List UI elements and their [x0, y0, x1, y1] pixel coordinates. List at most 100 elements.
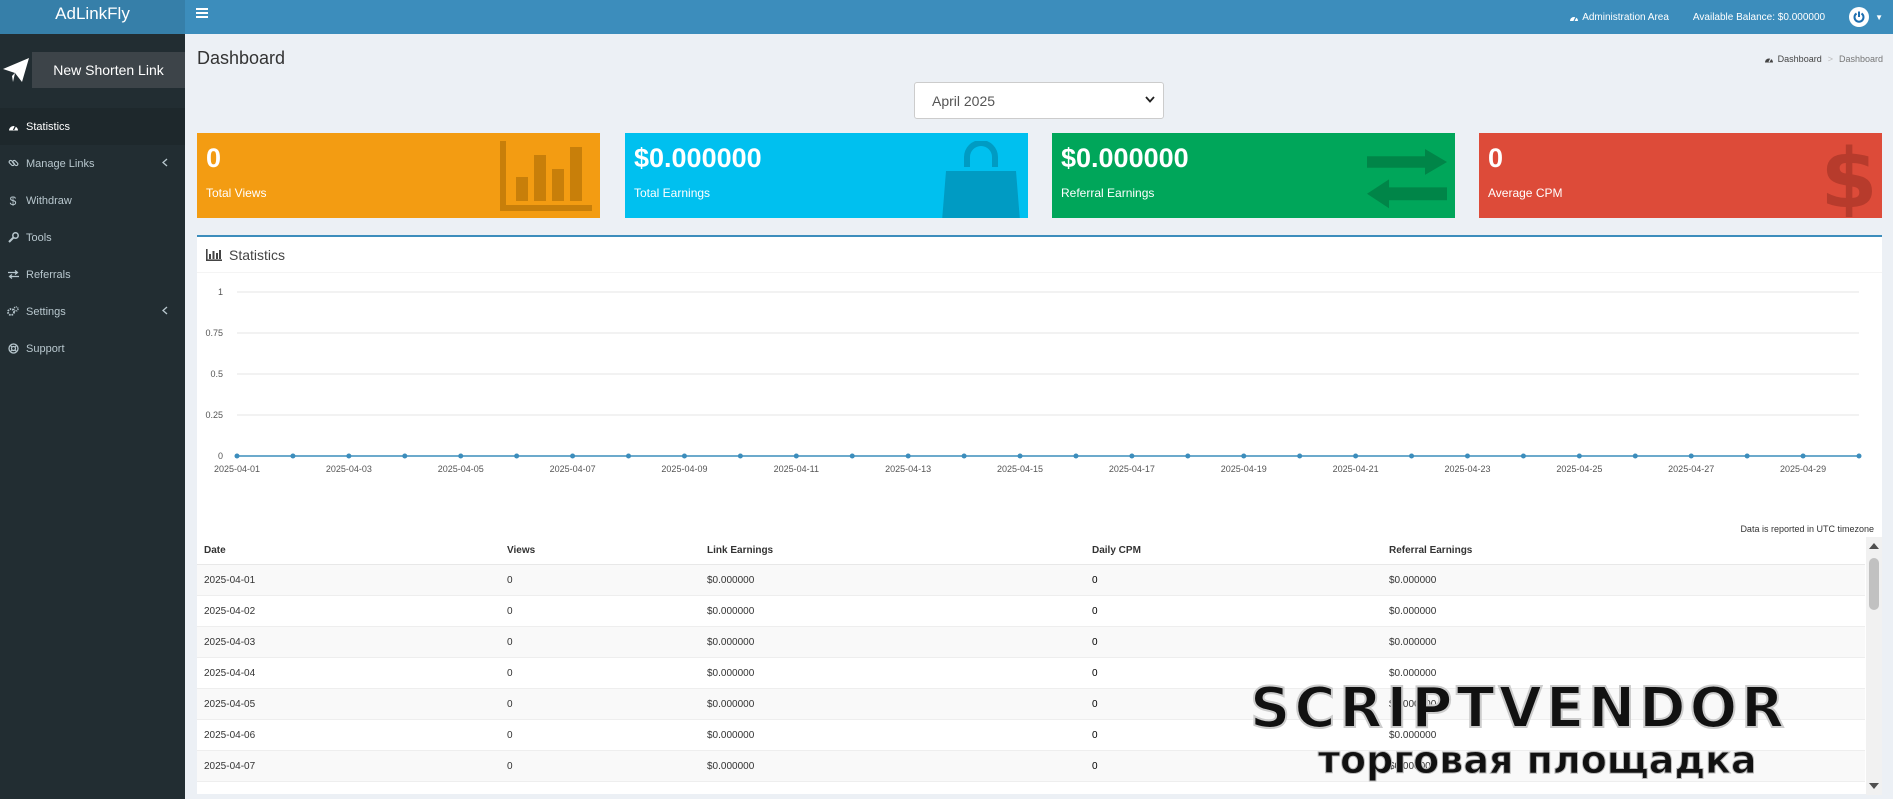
wrench-icon	[0, 232, 26, 243]
x-tick-label: 2025-04-03	[326, 464, 372, 474]
dashboard-icon	[1570, 16, 1579, 21]
exchange-icon	[0, 270, 26, 279]
chart-data-point[interactable]	[1744, 453, 1750, 459]
sidebar-item-manage-links[interactable]: Manage Links	[0, 145, 185, 182]
chart-data-point[interactable]	[458, 453, 464, 459]
bar-chart-icon	[206, 248, 222, 261]
chart-data-point[interactable]	[234, 453, 240, 459]
chart-data-point[interactable]	[1688, 453, 1694, 459]
cell-referral-earnings: $0.000000	[1389, 729, 1437, 741]
table-row: 2025-04-06 0 $0.000000 0 $0.000000	[197, 720, 1865, 751]
cell-views: 0	[507, 760, 513, 772]
cell-date: 2025-04-05	[204, 698, 256, 710]
shopping-bag-icon	[942, 141, 1020, 218]
table-header: Date Views Link Earnings Daily CPM Refer…	[197, 537, 1865, 565]
chart-data-point[interactable]	[1800, 453, 1806, 459]
scroll-up-arrow[interactable]	[1869, 543, 1879, 549]
sidebar-toggle-icon[interactable]	[196, 8, 208, 20]
table-row: 2025-04-05 0 $0.000000 0 $0.000000	[197, 689, 1865, 720]
cell-referral-earnings: $0.000000	[1389, 605, 1437, 617]
total-earnings-value: $0.000000	[634, 143, 762, 173]
chart-data-point[interactable]	[290, 453, 296, 459]
chart-data-point[interactable]	[1576, 453, 1582, 459]
cell-link-earnings: $0.000000	[707, 760, 755, 772]
cell-date: 2025-04-04	[204, 667, 256, 679]
chart-data-point[interactable]	[626, 453, 632, 459]
chart-data-point[interactable]	[793, 453, 799, 459]
chart-data-point[interactable]	[961, 453, 967, 459]
total-earnings-box: $0.000000 Total Earnings	[625, 133, 1028, 218]
table-row: 2025-04-03 0 $0.000000 0 $0.000000	[197, 627, 1865, 658]
x-tick-label: 2025-04-25	[1556, 464, 1602, 474]
chart-data-point[interactable]	[1632, 453, 1638, 459]
chevron-down-icon	[1145, 96, 1155, 103]
chart-data-point[interactable]	[1185, 453, 1191, 459]
cell-daily-cpm: 0	[1092, 667, 1098, 679]
sidebar-item-tools[interactable]: Tools	[0, 219, 185, 256]
chart-data-point[interactable]	[681, 453, 687, 459]
y-tick-label: 0	[218, 451, 223, 461]
chart-data-point[interactable]	[570, 453, 576, 459]
dashboard-icon	[1764, 58, 1773, 63]
chart-data-point[interactable]	[1353, 453, 1359, 459]
dollar-icon: $	[9, 193, 17, 208]
chart-data-point[interactable]	[737, 453, 743, 459]
x-tick-label: 2025-04-17	[1109, 464, 1155, 474]
cell-link-earnings: $0.000000	[707, 605, 755, 617]
chart-data-point[interactable]	[346, 453, 352, 459]
chart-data-point[interactable]	[514, 453, 520, 459]
chart-data-point[interactable]	[402, 453, 408, 459]
x-tick-label: 2025-04-05	[438, 464, 484, 474]
chart-data-point[interactable]	[1241, 453, 1247, 459]
chart-data-point[interactable]	[1409, 453, 1415, 459]
table-scrollbar[interactable]	[1866, 537, 1882, 795]
administration-area-label: Administration Area	[1582, 11, 1669, 23]
chart-data-point[interactable]	[849, 453, 855, 459]
breadcrumb-home-link[interactable]: Dashboard	[1778, 54, 1822, 64]
breadcrumb-current: Dashboard	[1838, 54, 1883, 64]
table-row: 2025-04-02 0 $0.000000 0 $0.000000	[197, 596, 1865, 627]
chart-data-point[interactable]	[1856, 453, 1862, 459]
chart-data-point[interactable]	[1464, 453, 1470, 459]
cell-date: 2025-04-01	[204, 574, 256, 586]
paper-plane-icon	[0, 52, 32, 88]
sidebar-item-support[interactable]: Support	[0, 330, 185, 367]
cell-referral-earnings: $0.000000	[1389, 667, 1437, 679]
chart-data-point[interactable]	[1073, 453, 1079, 459]
chart-data-point[interactable]	[1129, 453, 1135, 459]
bar-chart-icon	[500, 141, 592, 211]
month-select[interactable]: April 2025	[914, 82, 1164, 119]
sidebar-item-withdraw[interactable]: $ Withdraw	[0, 182, 185, 219]
sidebar-item-settings[interactable]: Settings	[0, 293, 185, 330]
statistics-panel-header: Statistics	[197, 237, 1882, 273]
cell-link-earnings: $0.000000	[707, 698, 755, 710]
available-balance-label: Available Balance: $0.000000	[1692, 11, 1826, 23]
chart-data-point[interactable]	[1520, 453, 1526, 459]
caret-down-icon[interactable]: ▼	[1875, 13, 1883, 22]
chart-data-point[interactable]	[1017, 453, 1023, 459]
new-shorten-link-button[interactable]: New Shorten Link	[0, 52, 185, 88]
table-row: 2025-04-04 0 $0.000000 0 $0.000000	[197, 658, 1865, 689]
user-menu-button[interactable]	[1849, 7, 1870, 27]
chart-data-point[interactable]	[905, 453, 911, 459]
chart-data-point[interactable]	[1297, 453, 1303, 459]
scroll-thumb[interactable]	[1869, 558, 1879, 610]
table-body: 2025-04-01 0 $0.000000 0 $0.000000 2025-04-02…	[197, 565, 1865, 782]
sidebar-item-label: Referrals	[26, 268, 71, 281]
cogs-icon	[0, 306, 26, 317]
exchange-icon	[1367, 149, 1447, 209]
table-row: 2025-04-01 0 $0.000000 0 $0.000000	[197, 565, 1865, 596]
cell-views: 0	[507, 729, 513, 741]
cell-date: 2025-04-06	[204, 729, 256, 741]
y-tick-label: 0.5	[210, 369, 223, 379]
sidebar-item-referrals[interactable]: Referrals	[0, 256, 185, 293]
app-logo[interactable]: AdLinkFly	[0, 0, 185, 34]
scroll-down-arrow[interactable]	[1869, 783, 1879, 789]
administration-area-link[interactable]: Administration Area	[1569, 12, 1669, 23]
sidebar-item-statistics[interactable]: Statistics	[0, 108, 185, 145]
cell-date: 2025-04-07	[204, 760, 256, 772]
cell-referral-earnings: $0.000000	[1389, 698, 1437, 710]
sidebar-menu: Statistics Manage Links $ Withdraw Tools…	[0, 108, 185, 367]
chevron-left-icon	[162, 158, 168, 167]
x-tick-label: 2025-04-21	[1333, 464, 1379, 474]
